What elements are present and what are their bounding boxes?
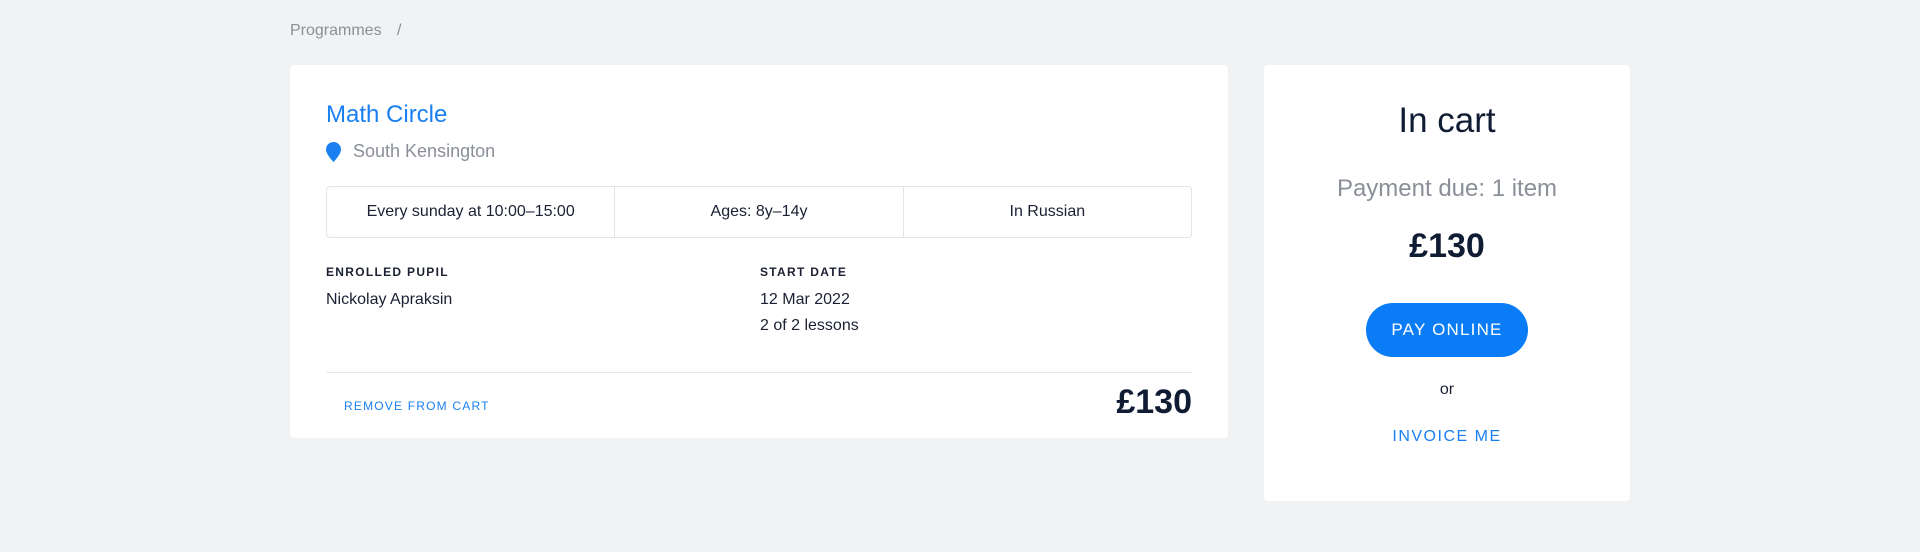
breadcrumb-separator: / (397, 22, 402, 39)
payment-due-text: Payment due: 1 item (1336, 175, 1558, 202)
cart-summary-panel: In cart Payment due: 1 item £130 PAY ONL… (1264, 65, 1630, 501)
location-pin-icon (326, 141, 341, 162)
breadcrumb: Programmes / (290, 22, 401, 40)
cart-total: £130 (1409, 227, 1485, 265)
program-info-row: Every sunday at 10:00–15:00 Ages: 8y–14y… (326, 186, 1192, 238)
location-label: South Kensington (353, 141, 496, 161)
pay-online-button[interactable]: PAY ONLINE (1366, 303, 1528, 357)
enrolled-pupil-label: ENROLLED PUPIL (326, 265, 449, 279)
or-separator: or (1439, 381, 1455, 398)
enrolled-pupil-name: Nickolay Apraksin (326, 291, 453, 308)
remove-from-cart-button[interactable]: REMOVE FROM CART (344, 399, 490, 413)
program-location: South Kensington (326, 141, 495, 162)
invoice-me-button[interactable]: INVOICE ME (1264, 428, 1630, 446)
cart-title: In cart (1398, 101, 1496, 140)
lessons-count: 2 of 2 lessons (760, 317, 859, 334)
ages-info: Ages: 8y–14y (614, 187, 902, 237)
card-divider (326, 372, 1192, 373)
schedule-info: Every sunday at 10:00–15:00 (366, 203, 575, 220)
breadcrumb-item-programmes[interactable]: Programmes (290, 22, 382, 39)
start-date-label: START DATE (760, 265, 848, 279)
program-title[interactable]: Math Circle (326, 101, 447, 129)
program-price: £130 (1116, 383, 1192, 421)
start-date-value: 12 Mar 2022 (760, 291, 850, 308)
language-info: In Russian (902, 187, 1191, 237)
program-card: Math Circle South Kensington Every sunda… (290, 65, 1228, 438)
